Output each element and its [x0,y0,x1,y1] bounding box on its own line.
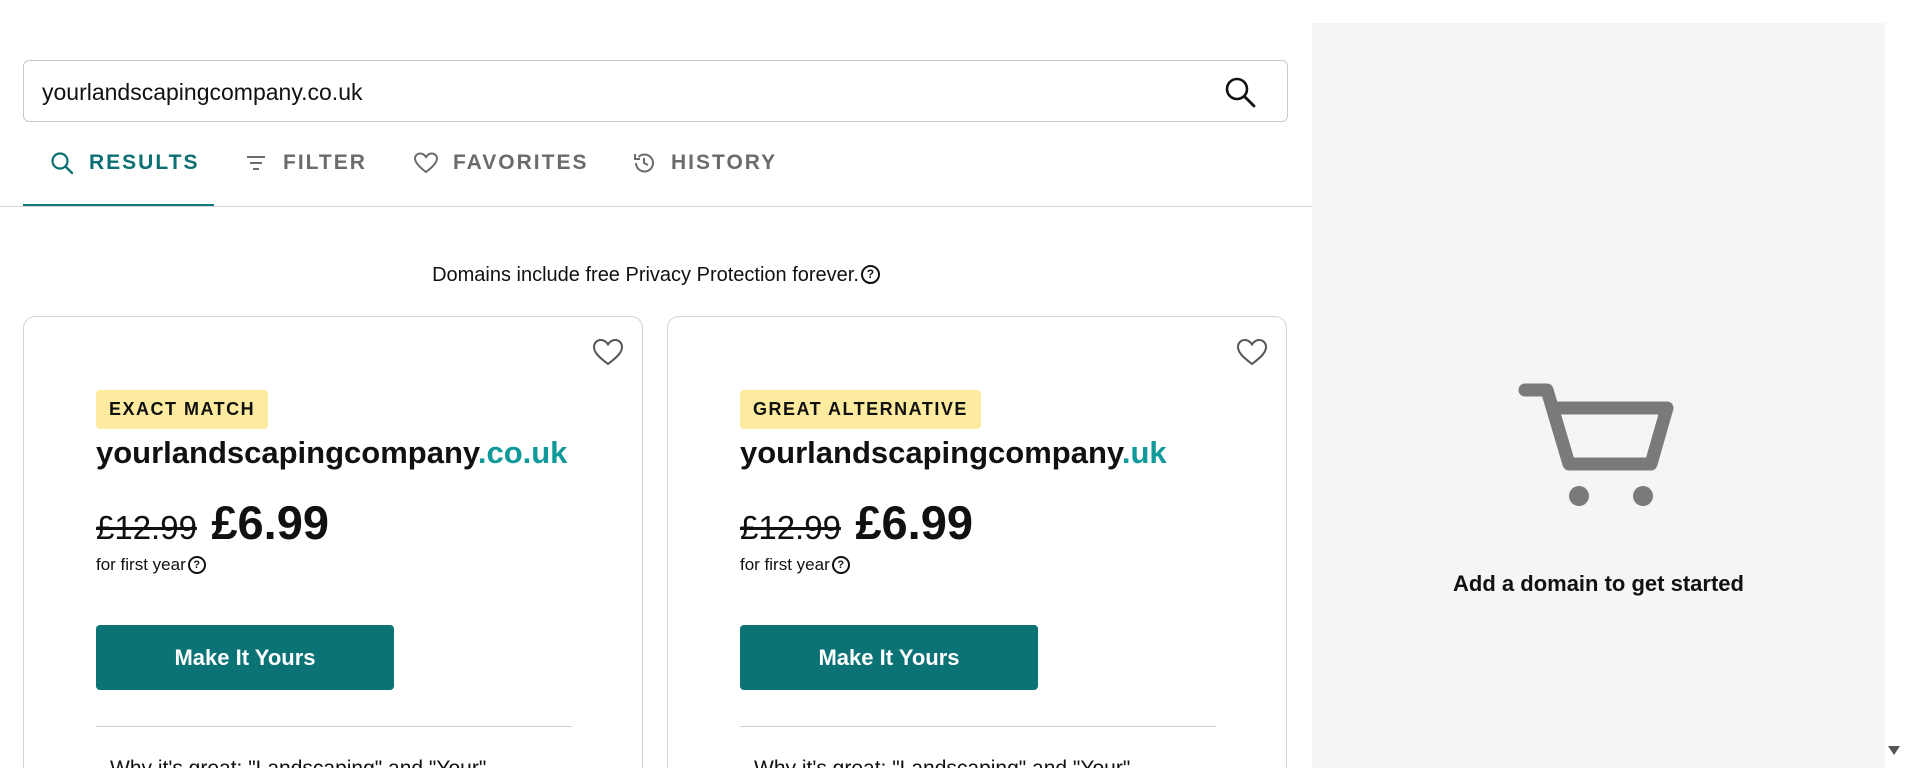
term-label: for first year [740,555,830,574]
make-it-yours-button[interactable]: Make It Yours [96,625,394,690]
tab-results[interactable]: RESULTS [49,136,199,206]
sale-price: £6.99 [211,496,330,549]
price-row: £12.99 £6.99 [740,495,973,550]
price-term: for first year? [96,555,206,575]
cart-icon [1518,383,1674,506]
why-great-text: Why it's great: "Landscaping" and "Your"… [110,757,504,768]
term-label: for first year [96,555,186,574]
match-badge: GREAT ALTERNATIVE [740,390,981,429]
history-icon [634,153,654,173]
card-divider [740,726,1216,727]
search-icon[interactable] [1223,75,1257,109]
domain-label: yourlandscapingcompany [96,435,478,470]
match-badge: EXACT MATCH [96,390,269,429]
scroll-down-arrow[interactable] [1888,746,1900,755]
why-great-text: Why it's great: "Landscaping" and "Your"… [754,757,1148,768]
tab-label: FILTER [283,151,367,174]
card-divider [96,726,572,727]
original-price: £12.99 [740,509,841,546]
tab-filter[interactable]: FILTER [243,136,367,206]
domain-name: yourlandscapingcompany.uk [740,435,1167,471]
privacy-text: Domains include free Privacy Protection … [432,264,859,286]
original-price: £12.99 [96,509,197,546]
tab-label: HISTORY [671,151,778,174]
domain-search-field[interactable]: yourlandscapingcompany.co.uk [23,60,1288,122]
make-it-yours-button[interactable]: Make It Yours [740,625,1038,690]
heart-icon [413,152,439,174]
tab-history[interactable]: HISTORY [631,136,777,206]
cart-panel: Add a domain to get started [1312,23,1885,768]
heart-icon[interactable] [1236,337,1268,367]
search-input[interactable]: yourlandscapingcompany.co.uk [42,79,362,106]
privacy-note: Domains include free Privacy Protection … [0,264,1312,287]
domain-name: yourlandscapingcompany.co.uk [96,435,567,471]
search-icon [51,152,74,175]
help-icon[interactable]: ? [860,265,880,284]
sale-price: £6.99 [855,496,974,549]
price-row: £12.99 £6.99 [96,495,329,550]
domain-tld: .co.uk [477,435,568,470]
domain-label: yourlandscapingcompany [740,435,1122,470]
price-term: for first year? [740,555,850,575]
tab-label: RESULTS [89,151,200,174]
filter-icon [247,156,265,170]
heart-icon[interactable] [592,337,624,367]
help-icon[interactable]: ? [187,556,206,574]
result-tabs: RESULTS FILTER FAVORITES HISTORY [23,136,1312,208]
empty-cart-message: Add a domain to get started [1453,571,1744,596]
tab-favorites[interactable]: FAVORITES [413,136,588,206]
search-results-panel: yourlandscapingcompany.co.uk RESULTS FIL… [0,0,1312,768]
tab-label: FAVORITES [453,151,589,174]
domain-tld: .uk [1121,435,1167,470]
domain-card: EXACT MATCH yourlandscapingcompany.co.uk… [23,316,643,768]
help-icon[interactable]: ? [831,556,850,574]
domain-card: GREAT ALTERNATIVE yourlandscapingcompany… [667,316,1287,768]
tabs-divider [0,206,1312,207]
